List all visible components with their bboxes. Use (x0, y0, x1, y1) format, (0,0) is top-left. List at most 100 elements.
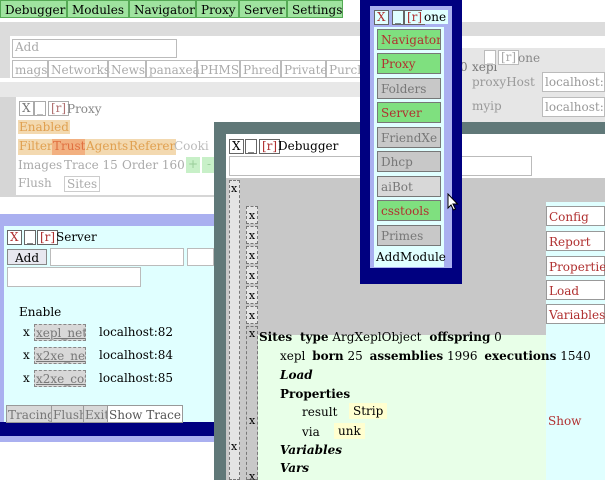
server-tracing-button[interactable]: Tracing (6, 405, 57, 423)
nav-proxy-button[interactable]: Proxy (377, 53, 441, 74)
menu-modules[interactable]: Modules (67, 0, 129, 18)
proxy-images-button[interactable]: Images (18, 158, 62, 172)
tree-properties[interactable]: Properties (280, 387, 350, 401)
menu-settings[interactable]: Settings (287, 0, 343, 18)
modules-add-label[interactable]: Add (15, 40, 39, 54)
tree-vars[interactable]: Vars (280, 461, 309, 475)
proxy-plus-button[interactable]: + (186, 157, 200, 173)
settings-restore-button[interactable]: [r] (498, 50, 520, 65)
debugger-x-3[interactable]: x (246, 246, 258, 264)
server-name-input[interactable] (7, 267, 141, 287)
server-row-host-2: localhost:84 (99, 348, 174, 362)
proxy-enabled-badge[interactable]: Enabled (18, 120, 70, 134)
debugger-x-6[interactable]: x (246, 306, 258, 324)
tree-sites[interactable]: Sites (259, 330, 292, 344)
proxy-tab-agents[interactable]: Agents (85, 139, 130, 155)
myip-label: myip (472, 99, 502, 113)
menu-proxy[interactable]: Proxy (196, 0, 239, 18)
server-add-button[interactable]: Add (7, 249, 47, 265)
proxy-restore-button[interactable]: [r] (48, 101, 70, 116)
debugger-close-button[interactable]: X (229, 139, 244, 154)
myip-input[interactable]: localhost:8 (542, 97, 605, 117)
debugger-x-4[interactable]: x (246, 266, 258, 284)
nav-server-button[interactable]: Server (377, 102, 441, 123)
mouse-cursor-icon (447, 192, 459, 211)
proxyhost-input[interactable]: localhost:8 (542, 72, 605, 92)
navigator-min-button[interactable]: _ (392, 10, 404, 25)
server-add-input[interactable] (50, 248, 184, 266)
proxy-trace-label: Trace 15 (64, 158, 118, 172)
proxy-tab-cookie[interactable]: Cooki (173, 139, 215, 155)
tab-panaxea[interactable]: panaxea (146, 60, 200, 78)
debugger-x-5[interactable]: x (246, 286, 258, 304)
debugger-x-1[interactable]: x (246, 206, 258, 224)
server-extra-input[interactable] (187, 248, 214, 266)
server-row-x-1[interactable]: x (23, 325, 30, 339)
server-close-button[interactable]: X (7, 230, 22, 245)
report-button[interactable]: Report (546, 231, 605, 251)
nav-navigator-button[interactable]: Navigator (377, 29, 441, 50)
server-row-x-2[interactable]: x (23, 348, 30, 362)
debugger-min-button[interactable]: _ (245, 139, 257, 154)
tree-result-key: result (302, 405, 338, 419)
debugger-x-strip (246, 326, 258, 480)
server-row-name-3[interactable]: x2xe_com (34, 370, 86, 387)
nav-addmodule-button[interactable]: AddModule (376, 250, 446, 264)
show-button[interactable]: Show (548, 414, 581, 428)
proxy-close-button[interactable]: X (19, 101, 34, 116)
proxy-tab-referer[interactable]: Referer (128, 139, 177, 155)
debugger-restore-button[interactable]: [r] (259, 139, 281, 154)
tab-purch[interactable]: Purch (326, 60, 362, 78)
proxy-sites-button[interactable]: Sites (64, 176, 101, 192)
server-row-x-3[interactable]: x (23, 371, 30, 385)
tree-type-val: ArgXeplObject (332, 330, 422, 344)
server-row-name-2[interactable]: x2xe_net (34, 347, 86, 364)
server-row-host-3: localhost:85 (99, 371, 174, 385)
server-row-host-1: localhost:82 (99, 325, 174, 339)
server-restore-button[interactable]: [r] (37, 230, 59, 245)
nav-friendxe-button[interactable]: FriendXe (377, 127, 441, 148)
tab-phred[interactable]: Phred (240, 60, 281, 78)
menu-server[interactable]: Server (239, 0, 287, 18)
tree-offspring-key: offspring (429, 330, 491, 344)
tree-executions-key: executions (484, 349, 557, 363)
server-min-button[interactable]: _ (24, 230, 36, 245)
tab-mags[interactable]: mags (12, 60, 48, 78)
navigator-close-button[interactable]: X (374, 10, 389, 25)
tree-via-key: via (302, 425, 320, 439)
debugger-x-top[interactable]: x (231, 182, 237, 195)
tab-private[interactable]: Private (281, 60, 328, 78)
server-navy-bar (0, 422, 214, 436)
tree-variables[interactable]: Variables (280, 443, 342, 457)
nav-primes-button[interactable]: Primes (377, 225, 441, 246)
debugger-x-2[interactable]: x (246, 226, 258, 244)
menu-navigator[interactable]: Navigator (129, 0, 196, 18)
debugger-x-bottom[interactable]: x (231, 440, 237, 453)
nav-dhcp-button[interactable]: Dhcp (377, 151, 441, 172)
tab-networks[interactable]: Networks (48, 60, 110, 78)
settings-window: 0 xepl _ [r] one proxyHost localhost:8 m… (460, 48, 605, 128)
server-row-name-1[interactable]: xepl_net (34, 324, 86, 341)
tree-xepl[interactable]: xepl (280, 349, 305, 363)
server-show-trace-button[interactable]: Show Trace (107, 405, 183, 423)
proxy-tab-trust[interactable]: Trust (52, 139, 87, 155)
properties-button[interactable]: Properties (546, 256, 605, 276)
nav-folders-button[interactable]: Folders (377, 78, 441, 99)
settings-min-button[interactable]: _ (484, 50, 496, 65)
proxy-flush-button[interactable]: Flush (18, 176, 52, 190)
nav-csstools-button[interactable]: csstools (377, 200, 441, 221)
proxy-tab-filter[interactable]: Filter (18, 139, 54, 155)
tab-news[interactable]: News (108, 60, 146, 78)
tree-load[interactable]: Load (280, 368, 313, 382)
menu-debugger[interactable]: Debugger (0, 0, 67, 18)
config-button[interactable]: Config (546, 206, 605, 226)
nav-aibot-button[interactable]: aiBot (377, 176, 441, 197)
tree-born-val: 25 (347, 349, 363, 363)
load-button[interactable]: Load (546, 280, 605, 300)
tree-born-key: born (312, 349, 344, 363)
tab-phms[interactable]: PHMS (197, 60, 240, 78)
variables-button[interactable]: Variables (546, 304, 605, 324)
proxy-min-button[interactable]: _ (34, 101, 46, 116)
tree-type-key: type (300, 330, 329, 344)
tree-row-xepl: xepl born 25 assemblies 1996 executions … (280, 349, 591, 363)
